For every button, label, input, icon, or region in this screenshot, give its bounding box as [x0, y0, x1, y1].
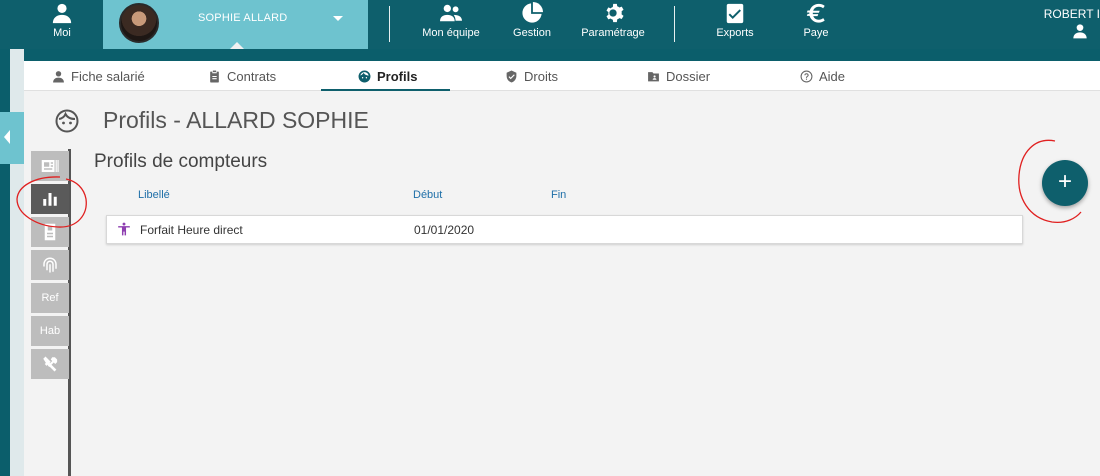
group-icon — [440, 4, 462, 22]
gear-icon — [606, 3, 624, 23]
active-tab-indicator — [321, 89, 450, 91]
side-toolbar: Ref Hab — [31, 151, 71, 476]
column-header-libelle[interactable]: Libellé — [138, 189, 170, 201]
fingerprint-icon — [43, 257, 57, 273]
nav-exports[interactable]: Exports — [715, 0, 755, 49]
nav-exports-label: Exports — [716, 27, 754, 39]
side-btn-hab[interactable]: Hab — [31, 316, 69, 346]
nav-parametrage[interactable]: Paramétrage — [580, 0, 646, 49]
column-header-fin[interactable]: Fin — [551, 189, 566, 201]
row-libelle: Forfait Heure direct — [140, 223, 243, 237]
bar-chart-icon — [43, 193, 57, 206]
tools-icon — [43, 356, 58, 372]
tab-label: Fiche salarié — [71, 68, 145, 84]
user-selector[interactable]: SOPHIE ALLARD — [103, 0, 368, 49]
chevron-down-icon[interactable] — [333, 16, 343, 21]
nav-moi[interactable]: Moi — [47, 0, 77, 49]
table-row[interactable]: Forfait Heure direct 01/01/2020 — [106, 215, 1023, 244]
shield-icon — [506, 70, 517, 82]
checklist-icon — [726, 3, 744, 24]
folder-icon — [648, 71, 659, 81]
tab-profils[interactable]: Profils — [358, 61, 417, 91]
add-button[interactable]: + — [1042, 160, 1088, 206]
tab-fiche-salarie[interactable]: Fiche salarié — [52, 61, 145, 91]
face-icon — [55, 109, 79, 133]
column-header-debut[interactable]: Début — [413, 189, 442, 201]
nav-parametrage-label: Paramétrage — [581, 27, 645, 39]
clipboard-icon — [210, 70, 219, 82]
pie-chart-icon — [522, 2, 543, 23]
tab-label: Aide — [819, 68, 846, 84]
tab-dossier[interactable]: Dossier — [647, 61, 710, 91]
side-btn-ref[interactable]: Ref — [31, 283, 69, 313]
side-btn-label: Ref — [41, 292, 59, 304]
side-btn-id-card[interactable] — [31, 151, 69, 181]
tab-label: Contrats — [227, 68, 277, 84]
person-icon — [52, 3, 72, 24]
tab-label: Droits — [524, 68, 558, 84]
section-title: Profils de compteurs — [94, 151, 268, 172]
plus-icon: + — [1057, 168, 1072, 195]
tab-droits[interactable]: Droits — [505, 61, 558, 91]
help-icon — [800, 70, 813, 82]
nav-divider — [389, 6, 390, 42]
account-name[interactable]: ROBERT I — [1044, 7, 1100, 21]
selector-notch — [230, 42, 244, 49]
nav-gestion-label: Gestion — [513, 27, 551, 39]
user-name: SOPHIE ALLARD — [198, 12, 288, 24]
row-debut: 01/01/2020 — [414, 223, 475, 237]
accessibility-icon — [118, 222, 130, 236]
id-card-icon — [41, 160, 59, 172]
side-btn-badge[interactable] — [31, 217, 69, 247]
person-icon — [53, 70, 64, 82]
face-icon — [358, 70, 371, 82]
top-navbar: Moi SOPHIE ALLARD Mon équipe Gestion Par… — [0, 0, 1100, 49]
nav-mon-equipe-label: Mon équipe — [422, 27, 480, 39]
tab-label: Dossier — [666, 68, 711, 84]
nav-moi-label: Moi — [53, 27, 71, 39]
side-btn-fingerprint[interactable] — [31, 250, 69, 280]
nav-paye[interactable]: Paye — [800, 0, 832, 49]
side-btn-label: Hab — [39, 325, 61, 337]
nav-mon-equipe[interactable]: Mon équipe — [420, 0, 482, 49]
main-panel: Fiche salarié Contrats Profils Droits Do… — [24, 61, 1100, 476]
collapse-arrow-icon[interactable] — [0, 112, 24, 164]
side-btn-tools[interactable] — [31, 349, 69, 379]
side-btn-compteurs[interactable] — [31, 184, 69, 214]
nav-gestion[interactable]: Gestion — [510, 0, 554, 49]
tab-contrats[interactable]: Contrats — [208, 61, 276, 91]
nav-paye-label: Paye — [803, 27, 829, 39]
page-title: Profils - ALLARD SOPHIE — [103, 107, 369, 133]
badge-icon — [44, 223, 56, 241]
avatar — [119, 3, 159, 43]
tab-aide[interactable]: Aide — [800, 61, 845, 91]
account-icon[interactable] — [1072, 23, 1088, 44]
tab-bar: Fiche salarié Contrats Profils Droits Do… — [24, 61, 1100, 91]
nav-divider — [674, 6, 675, 42]
euro-icon — [806, 3, 825, 23]
tab-label: Profils — [377, 68, 418, 84]
